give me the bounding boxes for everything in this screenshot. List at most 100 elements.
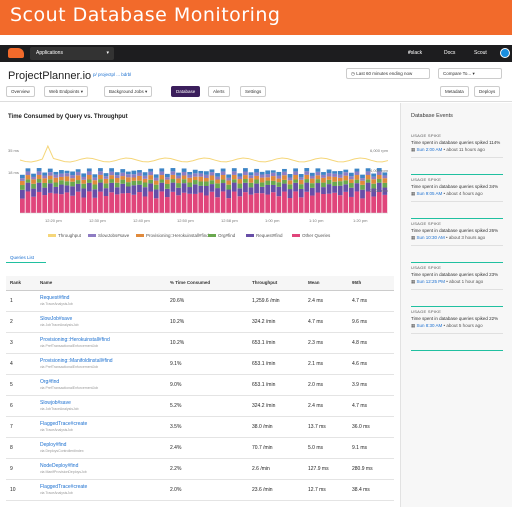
- legend-item[interactable]: Throughput: [48, 233, 81, 238]
- table-row[interactable]: 1 Request#find via TraceAnalysisJob 20.6% 1,…: [6, 290, 394, 312]
- chart-bar-segment: [348, 176, 354, 180]
- mean-cell: 127.9 ms: [304, 458, 348, 480]
- chart-bar-segment: [36, 182, 42, 192]
- chart-bar-segment: [164, 179, 170, 184]
- chart-bar-segment: [86, 171, 92, 175]
- query-link[interactable]: Provisioning::Herokuinstall#find: [40, 337, 110, 343]
- legend-item[interactable]: Org#find: [208, 233, 235, 238]
- name-cell[interactable]: Org#find via PrefTransactionalEnforcement…: [36, 374, 166, 396]
- query-link[interactable]: Org#find: [40, 379, 59, 385]
- col-time[interactable]: % Time Consumed: [166, 276, 248, 291]
- chart-bar-segment: [315, 179, 321, 184]
- tab-web-endpoints[interactable]: Web Endpoints ▾: [44, 86, 88, 97]
- chart-bar-segment: [237, 179, 243, 184]
- name-cell[interactable]: Provisioning::Manifoldinstall#find via Pr…: [36, 353, 166, 375]
- chart-bar-segment: [36, 174, 42, 180]
- docs-link[interactable]: Docs: [444, 50, 455, 56]
- name-cell[interactable]: NodeDeploy#find via ManifProvisionDeploys…: [36, 458, 166, 480]
- chart-bar-segment: [348, 196, 354, 213]
- chart-bar-segment: [259, 186, 265, 194]
- query-link[interactable]: Request#find: [40, 295, 69, 301]
- tab-metadata[interactable]: Metadata: [440, 86, 469, 97]
- event-time-link[interactable]: Sun 8:30 AM: [417, 323, 443, 328]
- event-time-link[interactable]: Sun 2:00 AM: [417, 147, 443, 152]
- chart-bar-segment: [31, 196, 36, 213]
- chart-bar-segment: [42, 187, 48, 196]
- col-throughput[interactable]: Throughput: [248, 276, 304, 291]
- event-time-link[interactable]: Sun 12:25 PM: [417, 279, 446, 284]
- tab-background-jobs[interactable]: Background Jobs ▾: [104, 86, 153, 97]
- col-rank[interactable]: Rank: [6, 276, 36, 291]
- chart-bar-segment: [64, 181, 70, 186]
- chart-bar-segment: [131, 185, 137, 195]
- table-row[interactable]: 7 FlaggedTrace#create via TraceAnalysisJob…: [6, 416, 394, 438]
- name-cell[interactable]: Deploy#find via DeploysController#index: [36, 437, 166, 459]
- query-source: via TraceAnalysisJob: [40, 302, 73, 306]
- tab-database[interactable]: Database: [171, 86, 201, 97]
- table-row[interactable]: 8 Deploy#find via DeploysController#index 2…: [6, 437, 394, 459]
- name-cell[interactable]: FlaggedTrace#create via TraceAnalysisJob: [36, 416, 166, 438]
- legend-item[interactable]: Provisioning::Herokuinstall#find: [136, 233, 209, 238]
- chart-bar-segment: [326, 176, 332, 180]
- compare-select[interactable]: Compare To... ▾: [438, 68, 502, 79]
- query-source: via PrefTransactionalEnforcementJob: [40, 365, 99, 369]
- name-cell[interactable]: FlaggedTrace#create via TraceAnalysisJob: [36, 479, 166, 501]
- applications-dropdown[interactable]: Applications ▾: [30, 47, 114, 60]
- tab-queries-list[interactable]: Queries List: [10, 255, 34, 260]
- event-time-link[interactable]: Sun 9:05 AM: [417, 191, 443, 196]
- col-95th[interactable]: 95th: [348, 276, 394, 291]
- chart-bar-segment: [243, 179, 248, 183]
- time-range-select[interactable]: ◷ Last 60 minutes ending now: [346, 68, 430, 79]
- name-cell[interactable]: SlowJob#save via JobTraceAnalysisJob: [36, 311, 166, 333]
- chart-bar-segment: [125, 193, 131, 213]
- table-row[interactable]: 4 Provisioning::Manifoldinstall#find via P…: [6, 353, 394, 375]
- name-cell[interactable]: Slowjob#save via JobTraceAnalysisJob: [36, 395, 166, 417]
- legend-item[interactable]: SlowJobs#save: [88, 233, 129, 238]
- query-link[interactable]: SlowJob#save: [40, 316, 72, 322]
- query-link[interactable]: NodeDeploy#find: [40, 463, 78, 469]
- tab-alerts[interactable]: Alerts: [208, 86, 230, 97]
- slack-link[interactable]: #slack: [408, 50, 422, 56]
- table-row[interactable]: 2 SlowJob#save via JobTraceAnalysisJob 10.2…: [6, 311, 394, 333]
- name-cell[interactable]: Provisioning::Herokuinstall#find via Pref…: [36, 332, 166, 354]
- user-menu[interactable]: Scout: [474, 50, 487, 56]
- table-row[interactable]: 9 NodeDeploy#find via ManifProvisionDeploy…: [6, 458, 394, 480]
- legend-item[interactable]: Other Queries: [292, 233, 330, 238]
- query-link[interactable]: Provisioning::Manifoldinstall#find: [40, 358, 113, 364]
- chart-bar-segment: [70, 178, 75, 182]
- event-time-link[interactable]: Sun 10:30 AM: [417, 235, 445, 240]
- project-link[interactable]: p/ projectpl ... bdrbl: [93, 72, 131, 77]
- col-mean[interactable]: Mean: [304, 276, 348, 291]
- time-consumed-chart[interactable]: 35 ms 18 ms 6,000 rpm 4,000 rpm 2,000 rpm 12:…: [0, 138, 400, 233]
- chart-bar-segment: [243, 168, 248, 172]
- col-name[interactable]: Name: [36, 276, 166, 291]
- y2-tick-label: 4,000 rpm: [370, 168, 389, 173]
- table-row[interactable]: 3 Provisioning::Herokuinstall#find via Pre…: [6, 332, 394, 354]
- table-row[interactable]: 5 Org#find via PrefTransactionalEnforcemen…: [6, 374, 394, 396]
- mean-cell: 2.1 ms: [304, 353, 348, 375]
- chart-bar-segment: [282, 171, 287, 176]
- tab-deploys[interactable]: Deploys: [474, 86, 501, 97]
- avatar[interactable]: [500, 48, 510, 58]
- chart-bar-segment: [315, 192, 321, 213]
- query-link[interactable]: Deploy#find: [40, 442, 66, 448]
- scout-logo-icon[interactable]: [8, 48, 24, 58]
- legend-item[interactable]: Request#find: [246, 233, 283, 238]
- chart-bar-segment: [254, 172, 259, 176]
- chart-bar-segment: [187, 193, 193, 213]
- chart-bar-segment: [265, 174, 271, 178]
- name-cell[interactable]: Request#find via TraceAnalysisJob: [36, 290, 166, 312]
- event-description: Time spent in database queries spiked 34…: [411, 184, 499, 189]
- time-consumed-cell: 9.1%: [166, 353, 248, 375]
- chart-bar-segment: [153, 189, 159, 199]
- tab-overview[interactable]: Overview: [6, 86, 35, 97]
- query-link[interactable]: FlaggedTrace#create: [40, 484, 87, 490]
- chart-bar-segment: [142, 172, 148, 176]
- throughput-cell: 70.7 /min: [248, 437, 304, 459]
- table-row[interactable]: 6 Slowjob#save via JobTraceAnalysisJob 5.2%…: [6, 395, 394, 417]
- table-row[interactable]: 10 FlaggedTrace#create via TraceAnalysisJo…: [6, 479, 394, 501]
- tab-settings[interactable]: Settings: [240, 86, 267, 97]
- query-link[interactable]: Slowjob#save: [40, 400, 71, 406]
- query-link[interactable]: FlaggedTrace#create: [40, 421, 87, 427]
- event-description: Time spent in database queries spiked 22…: [411, 316, 499, 321]
